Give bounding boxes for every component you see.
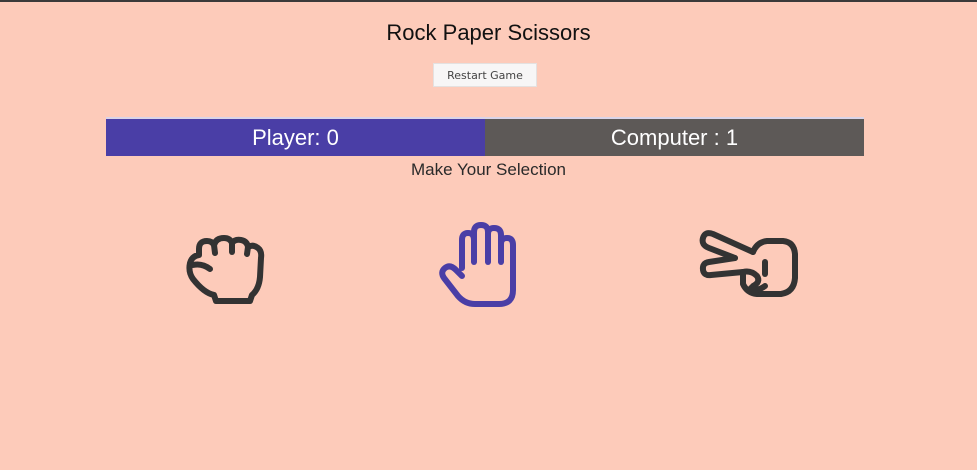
computer-score: Computer : 1: [485, 119, 864, 156]
open-hand-icon: [439, 222, 516, 307]
selection-prompt: Make Your Selection: [411, 160, 566, 179]
paper-choice-button[interactable]: [432, 212, 532, 312]
restart-game-button[interactable]: Restart Game: [433, 63, 537, 87]
scoreboard: Player: 0 Computer : 1: [106, 117, 864, 156]
scissors-choice-button[interactable]: [695, 222, 800, 302]
player-score: Player: 0: [106, 119, 485, 156]
fist-icon: [186, 235, 265, 304]
page-title: Rock Paper Scissors: [386, 20, 591, 45]
scissors-hand-icon: [699, 230, 798, 297]
rock-choice-button[interactable]: [180, 227, 270, 307]
